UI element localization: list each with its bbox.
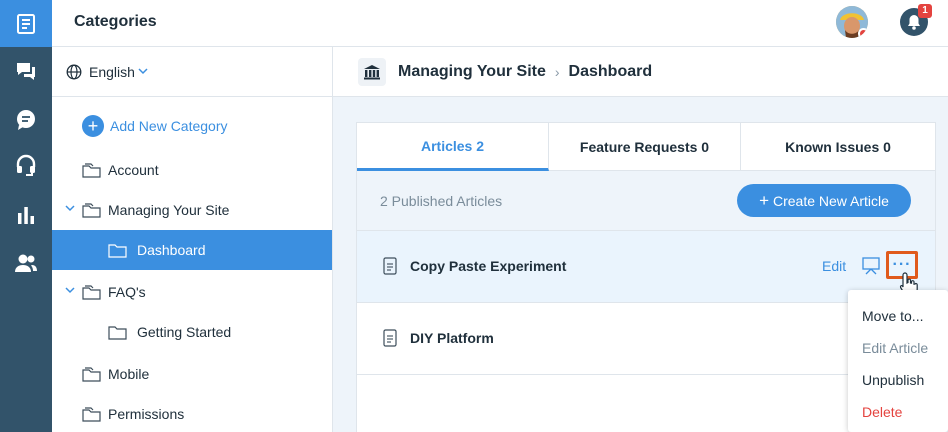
users-icon[interactable] [0, 243, 52, 283]
menu-item-unpublish[interactable]: Unpublish [862, 372, 924, 388]
sidebar-item-permissions[interactable]: Permissions [52, 394, 332, 432]
menu-item-move-to[interactable]: Move to... [862, 308, 923, 324]
sidebar-item-label: Mobile [108, 366, 150, 382]
sidebar-item-label: Managing Your Site [108, 202, 230, 218]
tab-feature-requests[interactable]: Feature Requests 0 [549, 123, 741, 171]
breadcrumb-parent[interactable]: Managing Your Site [398, 63, 546, 81]
menu-item-delete[interactable]: Delete [862, 404, 902, 420]
language-label: English [89, 64, 135, 80]
menu-item-edit-article[interactable]: Edit Article [862, 340, 928, 356]
language-selector[interactable]: English [52, 47, 332, 97]
breadcrumb: Managing Your Site › Dashboard [333, 47, 948, 97]
tab-known-issues[interactable]: Known Issues 0 [741, 123, 935, 171]
sidebar-item-mobile[interactable]: Mobile [52, 354, 332, 394]
presentation-icon[interactable] [862, 257, 880, 275]
create-article-button[interactable]: + Create New Article [737, 184, 911, 217]
presence-indicator [858, 28, 868, 38]
document-icon [383, 257, 397, 275]
create-article-label: Create New Article [773, 192, 889, 209]
add-category-button[interactable]: + Add New Category [82, 114, 228, 138]
list-toolbar: 2 Published Articles + Create New Articl… [357, 171, 935, 231]
knowledge-base-icon[interactable] [0, 0, 52, 47]
breadcrumb-separator: › [554, 64, 560, 80]
folder-icon [82, 203, 101, 218]
sidebar-item-dashboard[interactable]: Dashboard [52, 230, 332, 270]
sidebar-item-managing-your-site[interactable]: Managing Your Site [52, 190, 332, 230]
sidebar-item-getting-started[interactable]: Getting Started [52, 312, 332, 352]
reports-icon[interactable] [0, 195, 52, 235]
sidebar-item-label: Getting Started [137, 324, 232, 340]
bank-icon [358, 58, 386, 86]
category-sidebar: English + Add New Category Account Manag… [52, 47, 333, 432]
article-title[interactable]: Copy Paste Experiment [410, 258, 566, 274]
breadcrumb-current: Dashboard [568, 63, 653, 80]
sidebar-item-label: Account [108, 162, 159, 178]
page-title: Categories [74, 13, 157, 30]
folder-icon [82, 407, 101, 422]
tab-bar: Articles 2 Feature Requests 0 Known Issu… [357, 123, 935, 171]
folder-icon [82, 285, 101, 300]
article-context-menu: Move to... Edit Article Unpublish Delete [848, 290, 948, 432]
folder-icon [108, 244, 127, 258]
document-icon [383, 329, 397, 347]
folder-icon [82, 163, 101, 178]
sidebar-item-label: Permissions [108, 406, 185, 422]
sidebar-item-account[interactable]: Account [52, 150, 332, 190]
plus-icon: + [759, 191, 769, 210]
sidebar-item-label: Dashboard [137, 242, 206, 258]
message-icon[interactable] [0, 100, 52, 140]
edit-link[interactable]: Edit [822, 258, 846, 274]
chevron-down-icon [138, 68, 148, 75]
add-category-label: Add New Category [110, 118, 228, 134]
chevron-down-icon[interactable] [65, 205, 75, 212]
globe-icon [66, 64, 82, 80]
plus-icon: + [82, 115, 104, 137]
headset-icon[interactable] [0, 146, 52, 186]
sidebar-item-label: FAQ's [108, 284, 146, 300]
avatar[interactable] [836, 6, 868, 38]
folder-icon [108, 326, 127, 340]
chat-icon[interactable] [0, 51, 52, 91]
tab-articles[interactable]: Articles 2 [357, 123, 549, 171]
app-rail [0, 0, 52, 432]
article-title[interactable]: DIY Platform [410, 330, 494, 346]
top-bar: Categories 1 [52, 0, 948, 47]
folder-icon [82, 367, 101, 382]
chevron-down-icon[interactable] [65, 287, 75, 294]
sidebar-item-faqs[interactable]: FAQ's [52, 272, 332, 312]
published-count: 2 Published Articles [380, 193, 503, 209]
notification-badge: 1 [918, 4, 932, 18]
